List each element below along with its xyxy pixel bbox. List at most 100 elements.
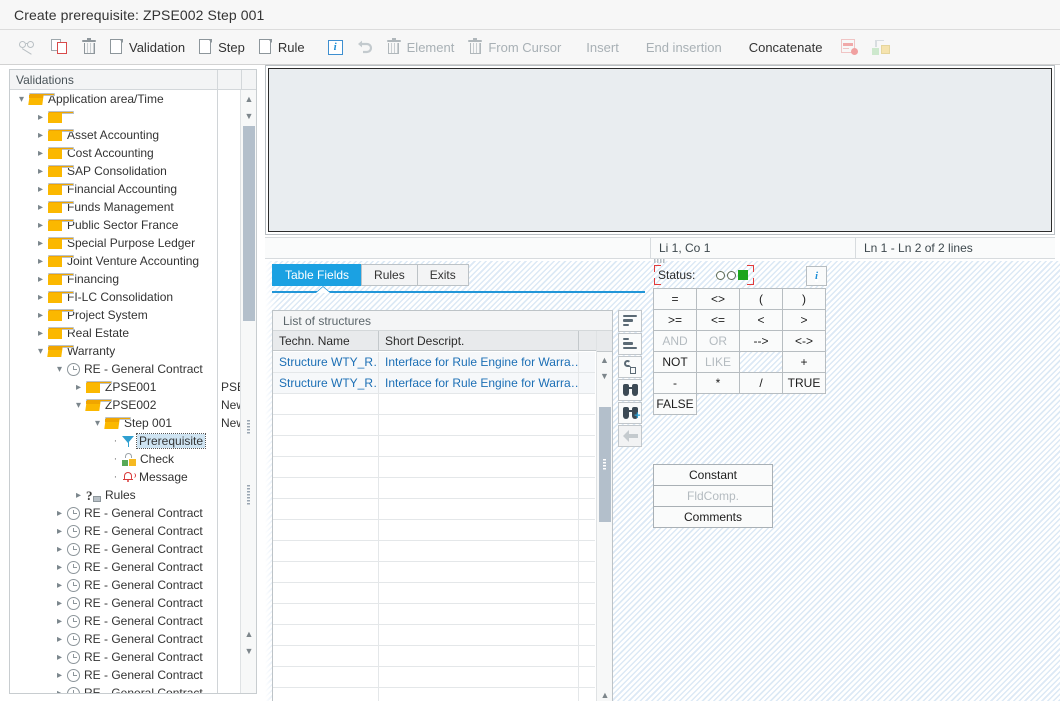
tree-twisty-collapsed[interactable]: ▸ [35,216,46,234]
delete-button[interactable] [75,33,103,61]
operator-button-NOT[interactable]: NOT [653,351,697,373]
insert-button[interactable]: Insert [568,33,626,61]
sort-ascending-button[interactable] [618,310,642,332]
table-row-empty[interactable] [273,394,595,415]
operator-button-TRUE[interactable]: TRUE [782,372,826,394]
editor-resize-grip[interactable] [654,259,666,263]
tree-item[interactable]: ▾ Application area/Time [10,90,241,108]
tree-twisty-collapsed[interactable]: ▸ [35,252,46,270]
tree-item[interactable]: ▸ Asset Accounting [10,126,241,144]
tree-twisty-expanded[interactable]: ▾ [73,396,84,414]
tree-item[interactable]: ▸ Funds Management [10,198,241,216]
operator-button-FALSE[interactable]: FALSE [653,393,697,415]
tree-item[interactable]: ▾ RE - General Contract [10,360,241,378]
table-row-empty[interactable] [273,646,595,667]
table-row[interactable]: Structure WTY_R… Interface for Rule Engin… [273,352,595,373]
tree-twisty-collapsed[interactable]: ▸ [54,540,65,558]
column-header-short-descript[interactable]: Short Descript. [379,331,579,350]
undo-button[interactable] [350,33,380,61]
table-row-empty[interactable] [273,520,595,541]
tree-twisty-collapsed[interactable]: ▸ [35,126,46,144]
delete-from-cursor-button[interactable]: From Cursor [461,33,568,61]
table-row-empty[interactable] [273,562,595,583]
tree-twisty-collapsed[interactable]: ▸ [35,234,46,252]
tree-item[interactable]: ▸ Special Purpose Ledger [10,234,241,252]
tree-item[interactable]: ▸ Real Estate [10,324,241,342]
lock-box-button[interactable] [865,33,897,61]
tree-item[interactable]: ▸ RE - General Contract [10,612,241,630]
tree-twisty-expanded[interactable]: ▾ [16,90,27,108]
concatenate-button[interactable]: Concatenate [729,33,830,61]
formula-editor[interactable] [268,68,1052,232]
tree-item[interactable]: ▸ SAP Consolidation [10,162,241,180]
table-row-empty[interactable] [273,457,595,478]
tree-item[interactable]: ▾ZPSE002New v [10,396,241,414]
operator-button->[interactable]: > [782,309,826,331]
table-row-empty[interactable] [273,625,595,646]
table-row-empty[interactable] [273,688,595,701]
table-scroll-up-button-bottom[interactable]: ▲ [597,687,613,701]
copy-button[interactable] [44,33,75,61]
tree-item[interactable]: ▸ RE - General Contract [10,558,241,576]
tree-item[interactable]: ▸ RE - General Contract [10,504,241,522]
tree-item[interactable]: ▸ RE - General Contract [10,522,241,540]
rule-button[interactable]: Rule [252,33,312,61]
tree-twisty-collapsed[interactable]: ▸ [35,108,46,126]
operator-button--->[interactable]: --> [739,330,783,352]
column-header-techn-name[interactable]: Techn. Name [273,331,379,350]
tree-twisty-collapsed[interactable]: ▸ [54,522,65,540]
table-row-empty[interactable] [273,499,595,520]
tree-item[interactable]: ▸ [10,108,241,126]
tree-item[interactable]: ▸ Project System [10,306,241,324]
operator-button->=[interactable]: >= [653,309,697,331]
tree-twisty-collapsed[interactable]: ▸ [35,198,46,216]
find-button[interactable] [618,379,642,401]
tab-table-fields[interactable]: Table Fields [272,264,363,286]
validation-button[interactable]: Validation [103,33,192,61]
tree-item[interactable]: ▸ Financing [10,270,241,288]
table-scroll-down-button[interactable]: ▼ [597,368,612,384]
table-row[interactable]: Structure WTY_R… Interface for Rule Engin… [273,373,595,394]
step-button[interactable]: Step [192,33,252,61]
action-button-comments[interactable]: Comments [653,506,773,528]
end-insertion-button[interactable]: End insertion [626,33,729,61]
tree-scroll-down-button-bottom[interactable]: ▼ [241,642,256,659]
filter-button[interactable] [618,356,642,378]
tree-twisty-expanded[interactable]: ▾ [54,360,65,378]
operator-button-<=[interactable]: <= [696,309,740,331]
tree-twisty-collapsed[interactable]: ▸ [35,180,46,198]
tree-item[interactable]: ▸ RE - General Contract [10,540,241,558]
tree-item[interactable]: ▸ Financial Accounting [10,180,241,198]
tree-twisty-collapsed[interactable]: ▸ [54,558,65,576]
operator-button-)[interactable]: ) [782,288,826,310]
tree-item[interactable]: ▸ RE - General Contract [10,684,241,693]
delete-element-button[interactable]: Element [380,33,462,61]
tree-twisty-collapsed[interactable]: ▸ [54,504,65,522]
operator-button-/[interactable]: / [739,372,783,394]
table-row-empty[interactable] [273,541,595,562]
table-row-empty[interactable] [273,583,595,604]
table-scroll-up-button[interactable]: ▲ [597,352,612,368]
info-button[interactable]: i [321,33,350,61]
tree-item[interactable]: ▾Step 001New s [10,414,241,432]
table-row-empty[interactable] [273,667,595,688]
operator-button-OR[interactable]: OR [696,330,740,352]
tree-item[interactable]: ▸ FI-LC Consolidation [10,288,241,306]
tree-twisty-collapsed[interactable]: ▸ [54,666,65,684]
tree-item[interactable]: ▸ Joint Venture Accounting [10,252,241,270]
tree-item[interactable]: ▸? Rules [10,486,241,504]
operator-button-*[interactable]: * [696,372,740,394]
table-row-empty[interactable] [273,478,595,499]
table-row-empty[interactable] [273,436,595,457]
tab-exits[interactable]: Exits [416,264,469,286]
tree-twisty-expanded[interactable]: ▾ [92,414,103,432]
tree-twisty-collapsed[interactable]: ▸ [54,630,65,648]
tree-twisty-collapsed[interactable]: ▸ [35,288,46,306]
tree-twisty-collapsed[interactable]: ▸ [35,306,46,324]
tree-scrollbar[interactable]: ▲ ▼ ▲ ▼ [240,90,256,693]
operator-button-([interactable]: ( [739,288,783,310]
tree-scroll-down-button[interactable]: ▼ [241,107,256,124]
tab-rules[interactable]: Rules [361,264,418,286]
action-button-constant[interactable]: Constant [653,464,773,486]
tree-item[interactable]: ▸ RE - General Contract [10,666,241,684]
